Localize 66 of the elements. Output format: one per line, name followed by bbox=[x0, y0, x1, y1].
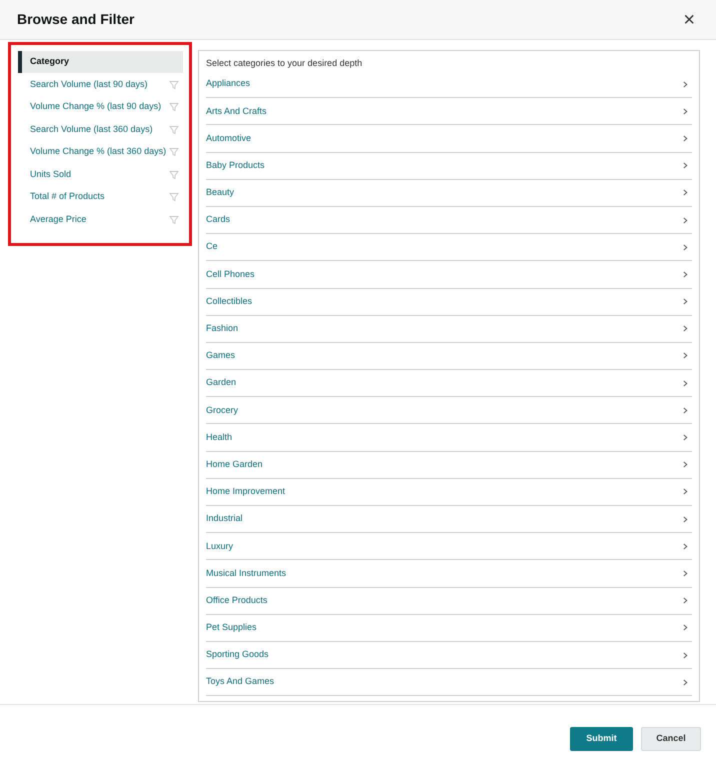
filter-item[interactable]: Volume Change % (last 360 days) bbox=[18, 141, 183, 163]
filter-icon[interactable] bbox=[169, 80, 179, 90]
chevron-right-icon bbox=[683, 325, 688, 332]
filter-item[interactable]: Volume Change % (last 90 days) bbox=[18, 96, 183, 118]
category-row[interactable]: Industrial bbox=[206, 506, 692, 534]
chevron-right-icon bbox=[683, 189, 688, 196]
category-row[interactable]: Ce bbox=[206, 234, 692, 262]
dialog-title: Browse and Filter bbox=[17, 10, 134, 29]
close-button[interactable]: × bbox=[679, 10, 699, 30]
chevron-right-icon bbox=[683, 352, 688, 360]
category-row[interactable]: Home Improvement bbox=[206, 478, 692, 506]
category-row[interactable]: Collectibles bbox=[206, 288, 692, 316]
category-row[interactable]: Health bbox=[206, 424, 692, 452]
filter-item[interactable]: Category bbox=[18, 51, 183, 73]
chevron-right-icon bbox=[683, 244, 688, 251]
chevron-right-icon bbox=[683, 434, 688, 442]
chevron-right-icon bbox=[683, 488, 688, 496]
filter-icon[interactable] bbox=[169, 102, 179, 112]
filter-icon[interactable] bbox=[169, 214, 179, 224]
chevron-right-icon bbox=[683, 597, 688, 604]
filter-icon[interactable] bbox=[169, 124, 179, 134]
chevron-right-icon bbox=[683, 108, 688, 115]
category-row[interactable]: Grocery bbox=[206, 397, 692, 424]
filter-item[interactable]: Units Sold bbox=[18, 164, 183, 186]
category-row[interactable]: Garden bbox=[206, 370, 692, 398]
category-row[interactable]: Fashion bbox=[206, 316, 692, 343]
chevron-right-icon bbox=[683, 162, 688, 170]
filter-icon[interactable] bbox=[169, 147, 179, 157]
category-row[interactable]: Cell Phones bbox=[206, 261, 692, 288]
chevron-right-icon bbox=[683, 516, 688, 523]
category-row[interactable]: Home Garden bbox=[206, 452, 692, 479]
chevron-right-icon bbox=[683, 624, 688, 632]
chevron-right-icon bbox=[683, 270, 688, 278]
category-row[interactable]: Games bbox=[206, 342, 692, 370]
filter-icon[interactable] bbox=[169, 170, 179, 180]
category-row[interactable]: Office Products bbox=[206, 588, 692, 615]
chevron-right-icon bbox=[683, 298, 688, 306]
filter-icon[interactable] bbox=[169, 192, 179, 202]
category-row[interactable]: Beauty bbox=[206, 180, 692, 207]
filter-item[interactable]: Search Volume (last 360 days) bbox=[18, 118, 183, 140]
filter-item[interactable]: Total # of Products bbox=[18, 186, 183, 208]
chevron-right-icon bbox=[683, 380, 688, 387]
category-row[interactable]: Sporting Goods bbox=[206, 642, 692, 670]
chevron-right-icon bbox=[683, 678, 688, 686]
chevron-right-icon bbox=[683, 216, 688, 224]
category-row[interactable]: Automotive bbox=[206, 125, 692, 153]
category-row[interactable]: Baby Products bbox=[206, 152, 692, 180]
instruction-text: Select categories to your desired depth bbox=[206, 57, 364, 70]
category-row[interactable]: Arts And Crafts bbox=[206, 98, 692, 126]
category-row[interactable]: Luxury bbox=[206, 533, 692, 560]
category-row[interactable]: Toys And Games bbox=[206, 669, 692, 696]
cancel-button[interactable]: Cancel bbox=[641, 726, 701, 750]
chevron-right-icon bbox=[683, 134, 688, 142]
chevron-right-icon bbox=[683, 406, 688, 414]
chevron-right-icon bbox=[683, 80, 688, 88]
filter-item[interactable]: Average Price bbox=[18, 208, 183, 230]
chevron-right-icon bbox=[683, 461, 688, 468]
filter-item[interactable]: Search Volume (last 90 days) bbox=[18, 74, 183, 96]
chevron-right-icon bbox=[683, 570, 688, 577]
chevron-right-icon bbox=[683, 652, 688, 659]
category-row[interactable]: Pet Supplies bbox=[206, 614, 692, 642]
category-row[interactable]: Appliances bbox=[206, 71, 692, 98]
category-row[interactable]: Musical Instruments bbox=[206, 560, 692, 588]
category-row[interactable]: Cards bbox=[206, 206, 692, 234]
chevron-right-icon bbox=[683, 542, 688, 550]
submit-button[interactable]: Submit bbox=[570, 726, 633, 750]
